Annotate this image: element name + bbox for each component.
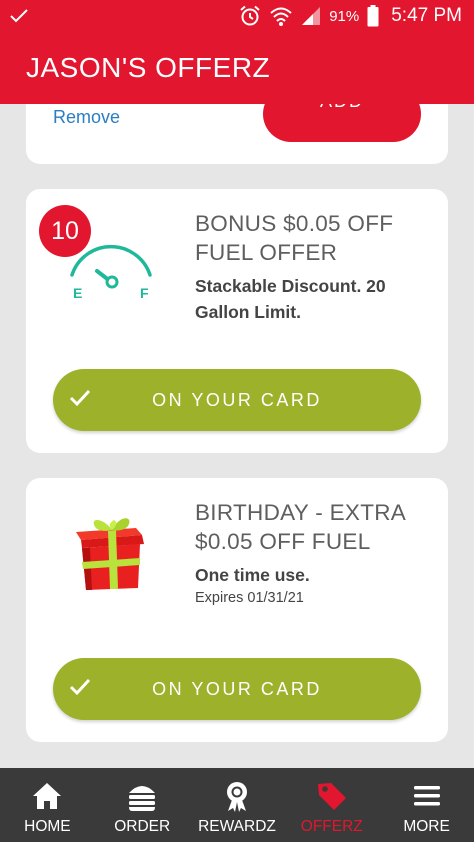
nav-label: OFFERZ (300, 818, 363, 835)
offers-list[interactable]: Remove ADD E F 10 BONUS $0.05 OFF FUEL O… (0, 104, 474, 768)
offer-card-birthday[interactable]: BIRTHDAY - EXTRA $0.05 OFF FUEL One time… (26, 478, 448, 742)
status-bar: 91% 5:47 PM (0, 0, 474, 32)
nav-label: MORE (403, 818, 450, 835)
check-icon (10, 9, 28, 23)
offer-card-fuel[interactable]: E F 10 BONUS $0.05 OFF FUEL OFFER Stacka… (26, 189, 448, 453)
gauge-full-label: F (140, 285, 149, 299)
page-title: JASON'S OFFERZ (26, 52, 271, 83)
award-icon (226, 782, 247, 812)
nav-home[interactable]: HOME (0, 768, 95, 842)
nav-label: HOME (24, 818, 71, 835)
button-label: ON YOUR CARD (152, 389, 322, 410)
offer-expiry: Expires 01/31/21 (195, 590, 304, 606)
nav-label: REWARDZ (198, 818, 276, 835)
offer-description: One time use. (195, 565, 310, 585)
nav-rewardz[interactable]: REWARDZ (190, 768, 285, 842)
nav-label: ORDER (114, 818, 171, 835)
home-icon (33, 783, 62, 809)
battery-icon (367, 5, 379, 27)
checkmark-icon (69, 678, 91, 696)
button-label: ON YOUR CARD (152, 678, 322, 699)
bottom-nav: HOME ORDER REWARDZ OFFERZ MORE (0, 768, 474, 842)
gauge-empty-label: E (73, 285, 82, 299)
nav-offerz[interactable]: OFFERZ (284, 768, 379, 842)
status-time: 5:47 PM (391, 5, 462, 26)
checkmark-icon (69, 389, 91, 407)
offer-card-partial: Remove ADD (26, 104, 448, 164)
menu-icon (413, 786, 440, 806)
nav-more[interactable]: MORE (379, 768, 474, 842)
signal-icon (302, 7, 321, 25)
wifi-icon (270, 7, 292, 26)
offer-title: BIRTHDAY - EXTRA $0.05 OFF FUEL (195, 500, 405, 554)
add-button[interactable]: ADD (263, 104, 421, 142)
gift-box-icon (76, 518, 144, 590)
on-your-card-button[interactable]: ON YOUR CARD (53, 369, 421, 431)
burger-icon (129, 786, 156, 811)
offer-title: BONUS $0.05 OFF FUEL OFFER (195, 211, 394, 265)
nav-order[interactable]: ORDER (95, 768, 190, 842)
alarm-icon (240, 5, 260, 26)
points-badge: 10 (39, 205, 91, 257)
battery-percent: 91% (329, 7, 360, 25)
offer-description: Stackable Discount. 20 Gallon Limit. (195, 276, 386, 322)
tag-icon (317, 783, 346, 810)
app-header: 91% 5:47 PM JASON'S OFFERZ (0, 0, 474, 104)
remove-link[interactable]: Remove (53, 107, 120, 128)
on-your-card-button[interactable]: ON YOUR CARD (53, 658, 421, 720)
